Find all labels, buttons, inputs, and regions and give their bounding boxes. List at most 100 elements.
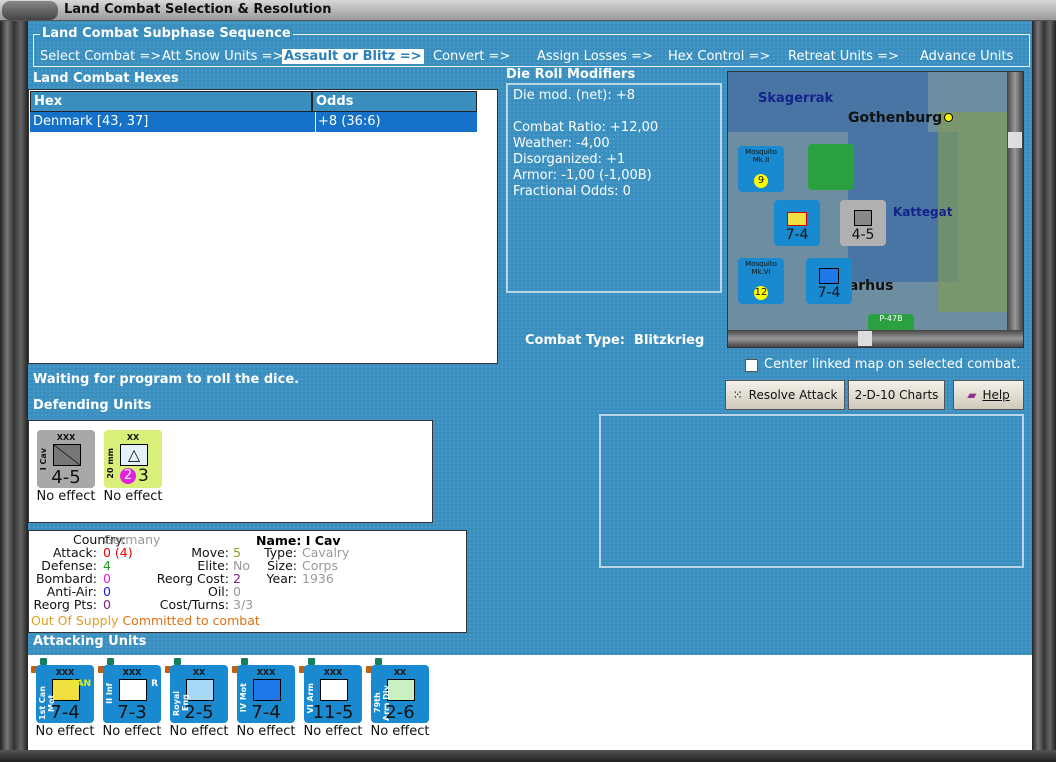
air-unit-name: Mosquito Mk.II — [745, 148, 777, 164]
table-row[interactable]: Denmark [43, 37] +8 (36:6) — [30, 112, 477, 132]
unit-size: XX — [192, 668, 206, 677]
resolve-attack-label: Resolve Attack — [748, 388, 838, 402]
unit-info-box: Country: Germany Attack: 0 (4) Defense: 4 B… — [28, 530, 467, 633]
window-title: Land Combat Selection & Resolution — [64, 2, 332, 17]
unit-strength: 2-6 — [385, 702, 415, 723]
unit-result: No effect — [36, 489, 96, 504]
defending-title: Defending Units — [33, 398, 152, 413]
step-retreat-units: Retreat Units => — [788, 49, 899, 64]
unit-strength: 3 — [138, 466, 149, 486]
unit-result: No effect — [370, 724, 430, 739]
status-dot — [375, 658, 382, 665]
aa-value: 2 — [120, 468, 136, 484]
center-linked-checkbox[interactable] — [745, 359, 758, 372]
charts-button[interactable]: 2-D-10 Charts — [848, 380, 945, 410]
unit-size: XX — [393, 668, 407, 677]
year-value: 1936 — [302, 571, 334, 586]
drm-line: Armor: -1,00 (-1,00B) — [513, 168, 652, 183]
linked-map[interactable]: Skagerrak Gothenburg Kattegat Aarhus Mos… — [727, 71, 1024, 348]
step-hex-control: Hex Control => — [668, 49, 771, 64]
column-header-odds[interactable]: Odds — [312, 91, 477, 112]
defender-counter[interactable]: 4-5 — [840, 200, 886, 246]
resolve-attack-button[interactable]: ⁙ Resolve Attack — [725, 380, 845, 410]
naval-unit-counter[interactable] — [808, 144, 854, 190]
unit-strength: 7-3 — [117, 702, 147, 723]
attacker-counter[interactable]: 7-4 — [774, 200, 820, 246]
help-label: Help — [982, 388, 1010, 402]
odds-cell: +8 (36:6) — [315, 112, 381, 132]
defending-units-box: XXX I Cav 4-5 No effect XX △ 20 mm 2 3 N… — [28, 420, 433, 523]
city-dot — [944, 113, 953, 122]
step-advance-units: Advance Units — [920, 49, 1014, 64]
unit-strength: 2-5 — [184, 702, 214, 723]
book-icon: ▰ — [967, 388, 977, 402]
charts-label: 2-D-10 Charts — [854, 388, 939, 402]
status-dot — [308, 658, 315, 665]
combat-type-caption: Combat Type: — [525, 333, 625, 348]
unit-counter[interactable]: XXX IV Mot 7-4 — [237, 665, 295, 723]
unit-size: XXX — [323, 668, 343, 677]
window-frame-bottom — [0, 750, 1056, 762]
air-unit-counter[interactable]: Mosquito Mk.II 9 — [738, 146, 784, 192]
air-unit-name: Mosquito Mk.VI — [745, 260, 777, 276]
unit-result: No effect — [236, 724, 296, 739]
unit-tag: CAN — [69, 679, 91, 689]
unit-counter[interactable]: XX Royal Eng 2-5 — [170, 665, 228, 723]
subphase-title: Land Combat Subphase Sequence — [40, 26, 293, 41]
anti-air-symbol-icon: △ — [120, 444, 148, 466]
status-dot — [241, 658, 248, 665]
hex-cell: Denmark [43, 37] — [33, 114, 149, 129]
reorg-pts-label: Reorg Pts: — [33, 597, 97, 612]
window-menu-button[interactable] — [2, 1, 58, 20]
window-frame-right — [1032, 21, 1056, 762]
unit-strength: 11-5 — [312, 702, 354, 723]
dice-icon: ⁙ — [732, 388, 743, 402]
map-horizontal-scrollbar[interactable] — [728, 330, 1023, 347]
drm-title: Die Roll Modifiers — [506, 67, 636, 82]
status-dot — [174, 658, 181, 665]
unit-name: II Inf — [105, 683, 114, 704]
air-unit-name: P-47B — [879, 314, 903, 323]
unit-size: XX — [126, 433, 140, 442]
column-header-hex[interactable]: Hex — [30, 91, 312, 112]
unit-type-icon — [387, 679, 415, 701]
unit-counter[interactable]: XXX 1st Can Mot CAN 7-4 — [36, 665, 94, 723]
status-text: Waiting for program to roll the dice. — [33, 372, 300, 387]
unit-counter[interactable]: XXX II Inf R 7-3 — [103, 665, 161, 723]
year-label: Year: — [266, 571, 297, 586]
title-bar: Land Combat Selection & Resolution — [0, 0, 1056, 21]
unit-strength: 7-4 — [50, 702, 80, 723]
map-label-gothenburg: Gothenburg — [848, 110, 943, 126]
unit-counter-i-cav[interactable]: XXX I Cav 4-5 — [37, 430, 95, 488]
help-button[interactable]: ▰ Help — [953, 380, 1024, 410]
supply-status: Out Of Supply — [31, 613, 119, 628]
step-assault-or-blitz: Assault or Blitz => — [282, 49, 424, 64]
status-dot — [107, 658, 114, 665]
unit-type-icon — [119, 679, 147, 701]
step-select-combat: Select Combat => — [40, 49, 162, 64]
drm-line: Combat Ratio: +12,00 — [513, 120, 659, 135]
step-assign-losses: Assign Losses => — [537, 49, 653, 64]
drm-line: Disorganized: +1 — [513, 152, 626, 167]
unit-counter-20mm[interactable]: XX △ 20 mm 2 3 — [104, 430, 162, 488]
cavalry-symbol-icon — [53, 444, 81, 466]
unit-size: XXX — [122, 668, 142, 677]
attacking-units-box: XXX 1st Can Mot CAN 7-4 No effect XXX II… — [28, 655, 1032, 750]
attacker-counter[interactable]: 7-4 — [806, 258, 852, 304]
combat-type-label: Combat Type: Blitzkrieg — [525, 333, 704, 348]
counter-strength: 4-5 — [851, 227, 875, 243]
window-frame-left — [0, 21, 28, 762]
air-unit-counter[interactable]: Mosquito Mk.VI 12 — [738, 258, 784, 304]
unit-tag: R — [151, 679, 158, 689]
combat-hexes-table: Hex Odds Denmark [43, 37] +8 (36:6) — [28, 89, 498, 364]
unit-counter[interactable]: XXX VI Arm 11-5 — [304, 665, 362, 723]
step-convert: Convert => — [433, 49, 511, 64]
unit-result: No effect — [35, 724, 95, 739]
unit-counter[interactable]: XX 79th Arm Div 2-6 — [371, 665, 429, 723]
map-vertical-scrollbar[interactable] — [1007, 72, 1023, 332]
unit-name: 20 mm — [106, 448, 115, 479]
unit-type-icon — [186, 679, 214, 701]
combat-result-box — [599, 414, 1024, 568]
unit-size: XXX — [55, 668, 75, 677]
drm-line: Die mod. (net): +8 — [513, 88, 636, 103]
